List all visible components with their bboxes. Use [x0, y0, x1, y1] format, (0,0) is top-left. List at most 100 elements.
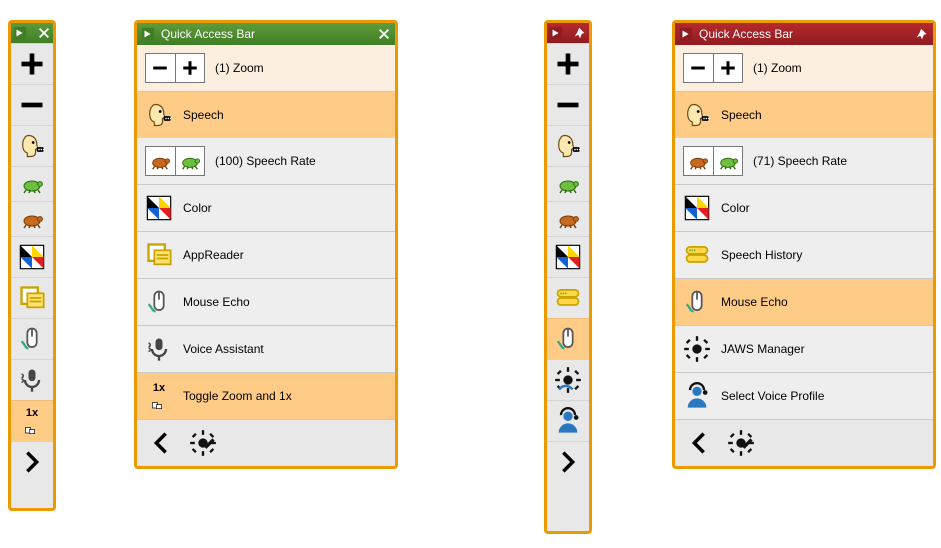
mouse-icon: [145, 288, 173, 316]
onex-icon: [18, 419, 46, 435]
head-icon: [145, 101, 173, 129]
appreader-button[interactable]: [11, 277, 53, 318]
expand-icon[interactable]: [141, 27, 155, 41]
color-button[interactable]: [11, 236, 53, 277]
item-label: Speech: [183, 108, 224, 122]
settings-button[interactable]: [727, 429, 755, 457]
list-item[interactable]: JAWS Manager: [675, 325, 933, 372]
more-button[interactable]: [547, 441, 589, 482]
rate-up-button[interactable]: [714, 147, 743, 175]
list-item[interactable]: 1xToggle Zoom and 1x: [137, 372, 395, 419]
agent-icon: [554, 407, 582, 435]
item-label: (71) Speech Rate: [753, 154, 847, 168]
zoom-out-button[interactable]: [11, 84, 53, 125]
zoom-row[interactable]: (1) Zoom: [675, 45, 933, 91]
voice-assistant-button[interactable]: [11, 359, 53, 400]
chevron-right-icon: [554, 448, 582, 476]
speech-rate-up-button[interactable]: [11, 166, 53, 201]
settings-button[interactable]: [189, 429, 217, 457]
speech-rate-down-button[interactable]: [547, 201, 589, 236]
zoom-row[interactable]: (1) Zoom: [137, 45, 395, 91]
speech-history-button[interactable]: [547, 277, 589, 318]
history-icon: [683, 241, 711, 269]
mouse-icon: [18, 325, 46, 353]
list-item[interactable]: Speech History: [675, 231, 933, 278]
list-item[interactable]: Voice Assistant: [137, 325, 395, 372]
expand-icon[interactable]: [679, 27, 693, 41]
appreader-icon: [145, 241, 173, 269]
speech-rate-down-button[interactable]: [11, 201, 53, 236]
item-label: Speech History: [721, 248, 802, 262]
mouse-icon: [683, 288, 711, 316]
color-button[interactable]: [547, 236, 589, 277]
list-item[interactable]: (100) Speech Rate: [137, 138, 395, 184]
mic-icon: [145, 335, 173, 363]
panel-title: Quick Access Bar: [161, 27, 255, 41]
list-item[interactable]: Speech: [675, 91, 933, 138]
zoom-out-button[interactable]: [146, 54, 175, 82]
zoom-buttons: [683, 53, 743, 83]
voice-profile-button[interactable]: [547, 400, 589, 441]
vbar-header: [547, 23, 589, 43]
pin-icon[interactable]: [573, 26, 587, 40]
zoom-in-button[interactable]: [11, 43, 53, 84]
list-item[interactable]: Mouse Echo: [675, 278, 933, 325]
item-label: Select Voice Profile: [721, 389, 824, 403]
list-item[interactable]: Mouse Echo: [137, 278, 395, 325]
zoom-in-button[interactable]: [176, 54, 205, 82]
back-button[interactable]: [147, 429, 175, 457]
expand-icon[interactable]: [549, 26, 563, 40]
item-label: Speech: [721, 108, 762, 122]
speech-rate-up-button[interactable]: [547, 166, 589, 201]
more-button[interactable]: [11, 441, 53, 482]
head-icon: [683, 101, 711, 129]
chevron-right-icon: [18, 448, 46, 476]
zoom-label: (1) Zoom: [215, 61, 264, 75]
list-item[interactable]: AppReader: [137, 231, 395, 278]
item-label: Voice Assistant: [183, 342, 264, 356]
rate-down-button[interactable]: [146, 147, 175, 175]
appreader-icon: [18, 284, 46, 312]
zoom-buttons: [145, 53, 205, 83]
quick-access-panel-green: Quick Access Bar (1) Zoom Speech (100) Sp…: [134, 20, 398, 469]
speech-head-icon: [554, 132, 582, 160]
mouse-echo-button[interactable]: [11, 318, 53, 359]
close-icon[interactable]: [37, 26, 51, 40]
color-icon: [18, 243, 46, 271]
back-button[interactable]: [685, 429, 713, 457]
list-item[interactable]: Select Voice Profile: [675, 372, 933, 419]
vertical-toolbar-red: [544, 20, 592, 534]
speech-button[interactable]: [547, 125, 589, 166]
rate-down-button[interactable]: [684, 147, 713, 175]
pin-icon[interactable]: [915, 27, 929, 41]
expand-icon[interactable]: [13, 26, 27, 40]
close-icon[interactable]: [377, 27, 391, 41]
zoom-in-button[interactable]: [714, 54, 743, 82]
speech-rate-buttons: [683, 146, 743, 176]
item-label: Color: [721, 201, 750, 215]
onex-icon: 1x: [145, 382, 173, 410]
rate-up-button[interactable]: [176, 147, 205, 175]
zoom-out-button[interactable]: [684, 54, 713, 82]
color-icon: [683, 194, 711, 222]
panel-titlebar: Quick Access Bar: [137, 23, 395, 45]
mouse-icon: [554, 325, 582, 353]
list-item[interactable]: Color: [137, 184, 395, 231]
list-item[interactable]: Speech: [137, 91, 395, 138]
item-label: AppReader: [183, 248, 244, 262]
vertical-toolbar-green: 1x: [8, 20, 56, 511]
zoom-out-button[interactable]: [547, 84, 589, 125]
turtle-fast-icon: [556, 172, 580, 196]
quick-access-panel-red: Quick Access Bar (1) Zoom Speech(71) Spe…: [672, 20, 936, 469]
turtle-fast-icon: [20, 172, 44, 196]
turtle-slow-icon: [556, 207, 580, 231]
toggle-1x-button[interactable]: 1x: [11, 400, 53, 441]
mouse-echo-button[interactable]: [547, 318, 589, 359]
jaws-manager-button[interactable]: [547, 359, 589, 400]
list-item[interactable]: (71) Speech Rate: [675, 138, 933, 184]
list-item[interactable]: Color: [675, 184, 933, 231]
mic-icon: [18, 366, 46, 394]
speech-button[interactable]: [11, 125, 53, 166]
gear-wave-icon: [554, 366, 582, 394]
zoom-in-button[interactable]: [547, 43, 589, 84]
